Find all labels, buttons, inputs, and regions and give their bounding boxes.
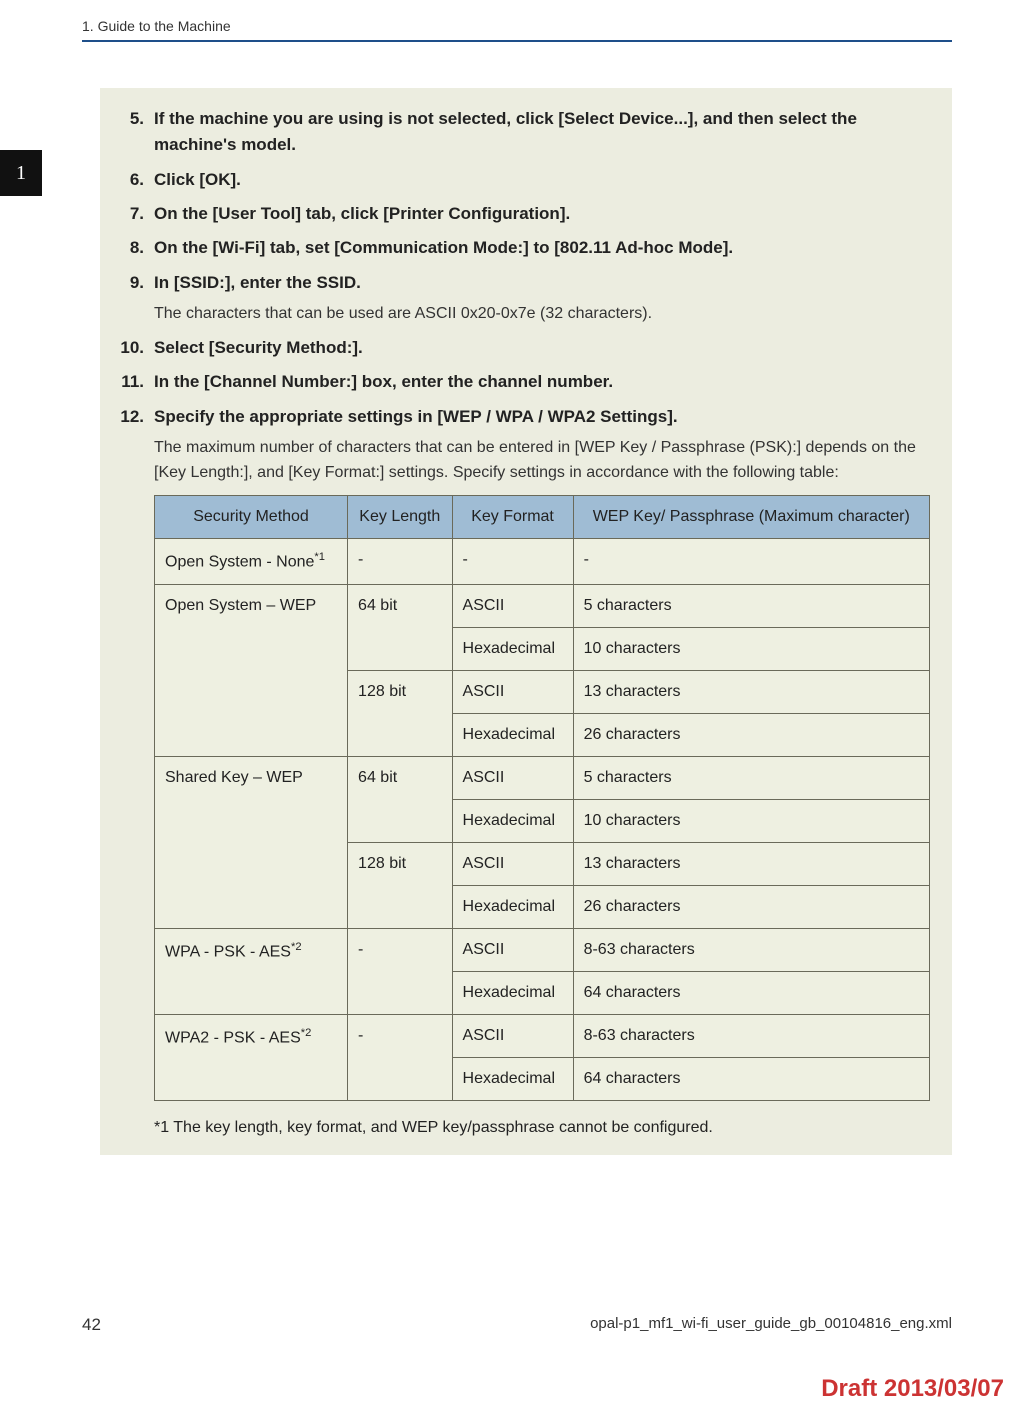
security-table: Security MethodKey LengthKey FormatWEP K… (154, 495, 930, 1100)
table-cell: 26 characters (573, 885, 929, 928)
step-number: 10. (110, 335, 154, 361)
page-number: 42 (82, 1315, 101, 1335)
step-instruction: On the [Wi-Fi] tab, set [Communication M… (154, 235, 930, 261)
table-cell: Hexadecimal (452, 713, 573, 756)
table-cell: ASCII (452, 584, 573, 627)
step-instruction: In [SSID:], enter the SSID. (154, 270, 930, 296)
table-row: Shared Key – WEP64 bitASCII5 characters (155, 756, 930, 799)
table-cell: ASCII (452, 756, 573, 799)
step-instruction: Select [Security Method:]. (154, 335, 930, 361)
table-cell: Shared Key – WEP (155, 756, 348, 928)
table-cell: Hexadecimal (452, 971, 573, 1014)
step-number: 9. (110, 270, 154, 327)
table-cell: Open System – WEP (155, 584, 348, 756)
step-instruction: In the [Channel Number:] box, enter the … (154, 369, 930, 395)
step-item: 10.Select [Security Method:]. (110, 335, 930, 361)
table-cell: - (348, 539, 452, 584)
table-cell: 10 characters (573, 799, 929, 842)
table-header: Security Method (155, 496, 348, 539)
table-cell: Hexadecimal (452, 885, 573, 928)
table-cell: ASCII (452, 1014, 573, 1057)
step-item: 5.If the machine you are using is not se… (110, 106, 930, 159)
source-file: opal-p1_mf1_wi-fi_user_guide_gb_00104816… (590, 1315, 952, 1335)
table-row: Open System - None*1--- (155, 539, 930, 584)
step-item: 8.On the [Wi-Fi] tab, set [Communication… (110, 235, 930, 261)
table-row: Open System – WEP64 bitASCII5 characters (155, 584, 930, 627)
step-note: The characters that can be used are ASCI… (154, 302, 930, 327)
table-cell: Hexadecimal (452, 627, 573, 670)
step-number: 12. (110, 404, 154, 486)
step-number: 6. (110, 167, 154, 193)
table-cell: 128 bit (348, 842, 452, 928)
step-number: 8. (110, 235, 154, 261)
table-row: WPA - PSK - AES*2-ASCII8-63 characters (155, 928, 930, 971)
step-item: 9.In [SSID:], enter the SSID. The charact… (110, 270, 930, 327)
table-cell: 5 characters (573, 756, 929, 799)
table-header: WEP Key/ Passphrase (Maximum character) (573, 496, 929, 539)
table-cell: WPA - PSK - AES*2 (155, 928, 348, 1014)
table-header: Key Length (348, 496, 452, 539)
running-head: 1. Guide to the Machine (82, 18, 952, 42)
table-cell: - (452, 539, 573, 584)
step-number: 11. (110, 369, 154, 395)
table-cell: 64 characters (573, 1057, 929, 1100)
table-cell: WPA2 - PSK - AES*2 (155, 1014, 348, 1100)
footnote-1: *1 The key length, key format, and WEP k… (154, 1119, 930, 1137)
step-note: The maximum number of characters that ca… (154, 436, 930, 486)
table-cell: ASCII (452, 842, 573, 885)
table-cell: 8-63 characters (573, 1014, 929, 1057)
step-instruction: If the machine you are using is not sele… (154, 106, 930, 159)
step-instruction: Click [OK]. (154, 167, 930, 193)
table-header: Key Format (452, 496, 573, 539)
table-cell: 64 bit (348, 756, 452, 842)
steps-box: 5.If the machine you are using is not se… (100, 88, 952, 1155)
step-number: 5. (110, 106, 154, 159)
table-cell: Open System - None*1 (155, 539, 348, 584)
table-cell: ASCII (452, 928, 573, 971)
table-cell: - (573, 539, 929, 584)
step-item: 12.Specify the appropriate settings in [… (110, 404, 930, 486)
draft-stamp: Draft 2013/03/07 (821, 1375, 1004, 1403)
table-cell: 13 characters (573, 842, 929, 885)
table-cell: 128 bit (348, 670, 452, 756)
table-cell: - (348, 928, 452, 1014)
table-cell: 64 bit (348, 584, 452, 670)
table-cell: - (348, 1014, 452, 1100)
table-cell: Hexadecimal (452, 1057, 573, 1100)
table-cell: ASCII (452, 670, 573, 713)
table-cell: 13 characters (573, 670, 929, 713)
table-cell: 5 characters (573, 584, 929, 627)
table-row: WPA2 - PSK - AES*2-ASCII8-63 characters (155, 1014, 930, 1057)
step-number: 7. (110, 201, 154, 227)
table-cell: 10 characters (573, 627, 929, 670)
step-instruction: Specify the appropriate settings in [WEP… (154, 404, 930, 430)
table-cell: 64 characters (573, 971, 929, 1014)
table-cell: Hexadecimal (452, 799, 573, 842)
step-item: 7.On the [User Tool] tab, click [Printer… (110, 201, 930, 227)
step-instruction: On the [User Tool] tab, click [Printer C… (154, 201, 930, 227)
page-footer: 42 opal-p1_mf1_wi-fi_user_guide_gb_00104… (0, 1315, 1032, 1335)
step-item: 6.Click [OK]. (110, 167, 930, 193)
table-cell: 26 characters (573, 713, 929, 756)
table-cell: 8-63 characters (573, 928, 929, 971)
chapter-tab: 1 (0, 150, 42, 196)
step-item: 11.In the [Channel Number:] box, enter t… (110, 369, 930, 395)
